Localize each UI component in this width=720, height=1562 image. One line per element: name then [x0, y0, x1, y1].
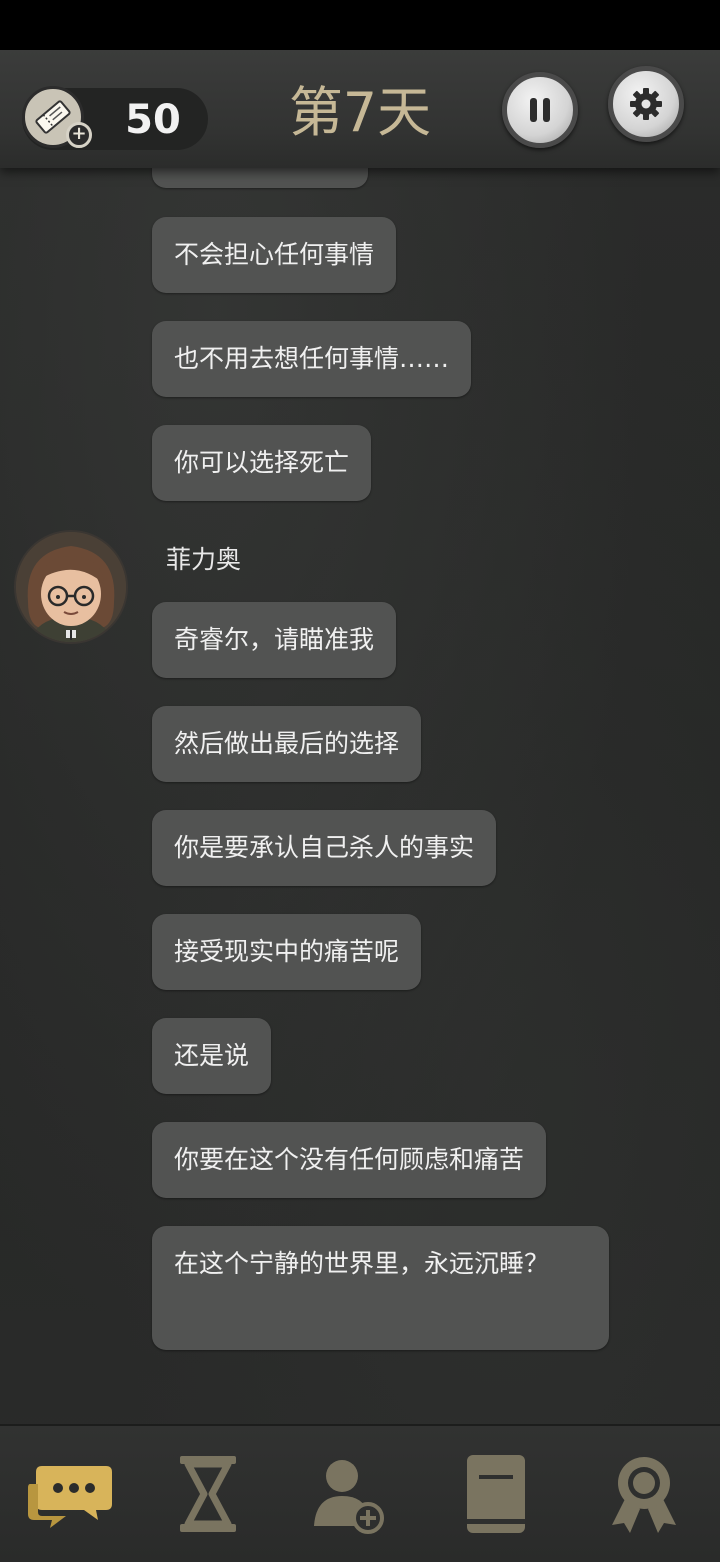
book-icon — [467, 1455, 525, 1533]
message-bubble: 你可以选择死亡 — [152, 425, 372, 501]
pause-button[interactable] — [502, 72, 578, 148]
nav-add-contact[interactable] — [298, 1452, 394, 1536]
message-text: 奇睿尔，请瞄准我 — [174, 625, 375, 654]
message-text: 你可以选择死亡 — [174, 448, 350, 477]
message-bubble: 你要在这个没有任何顾虑和痛苦 — [152, 1122, 547, 1198]
message-bubble: 也不用去想任何事情…… — [152, 321, 472, 397]
message-bubble: 在这个宁静的世界里，永远沉睡？ — [152, 1226, 609, 1350]
gear-icon — [630, 88, 662, 120]
sender-avatar[interactable] — [14, 530, 128, 644]
message-text: 不会担心任何事情 — [174, 240, 375, 269]
achievement-icon — [612, 1457, 676, 1533]
status-bar — [0, 0, 720, 50]
message-bubble: 不会担心任何事情 — [152, 217, 397, 293]
nav-book[interactable] — [448, 1452, 544, 1536]
day-title: 第7天 — [288, 81, 432, 144]
sender-name: 菲力奥 — [166, 545, 242, 574]
message-text: 也不用去想任何事情…… — [174, 344, 450, 373]
message-text: 在这个宁静的世界里，永远沉睡？ — [174, 1249, 550, 1278]
message-text: 你要在这个没有任何顾虑和痛苦 — [174, 1145, 525, 1174]
top-bar: + 50 第7天 — [0, 50, 720, 168]
message-bubble: 奇睿尔，请瞄准我 — [152, 602, 397, 678]
message-text: 你是要承认自己杀人的事实 — [174, 833, 475, 862]
pause-icon — [530, 98, 550, 122]
message-bubble-partial — [152, 168, 368, 188]
message-text: 接受现实中的痛苦呢 — [174, 937, 400, 966]
chat-icon — [28, 1466, 112, 1528]
message-text: 还是说 — [174, 1041, 250, 1070]
nav-achievement[interactable] — [596, 1452, 692, 1536]
settings-button[interactable] — [608, 66, 684, 142]
bottom-navigation — [0, 1424, 720, 1562]
nav-chat[interactable] — [22, 1452, 118, 1536]
add-contact-icon — [314, 1460, 384, 1534]
hourglass-icon — [180, 1456, 236, 1532]
message-text: 然后做出最后的选择 — [174, 729, 400, 758]
ticket-count: 50 — [125, 97, 181, 143]
add-ticket-icon[interactable]: + — [66, 122, 92, 148]
nav-hourglass[interactable] — [160, 1452, 256, 1536]
chat-log[interactable]: 不会担心任何事情 也不用去想任何事情…… 你可以选择死亡 菲力奥 奇睿尔，请瞄准… — [0, 168, 720, 1424]
message-bubble: 还是说 — [152, 1018, 272, 1094]
message-bubble: 然后做出最后的选择 — [152, 706, 422, 782]
message-bubble: 你是要承认自己杀人的事实 — [152, 810, 497, 886]
message-bubble: 接受现实中的痛苦呢 — [152, 914, 422, 990]
